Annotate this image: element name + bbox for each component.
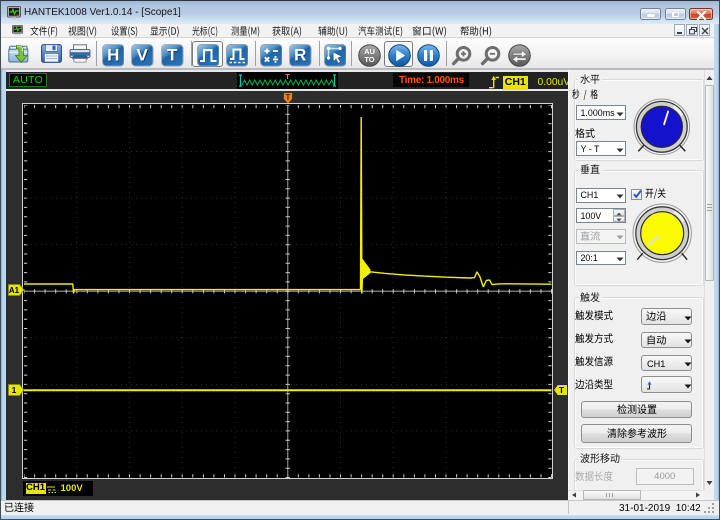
svg-text:T: T [286,93,291,102]
svg-text:T: T [558,385,564,395]
svg-text:R: R [294,46,306,65]
svg-text:V: V [137,46,149,65]
svg-text:T: T [285,72,290,81]
svg-text:H: H [107,46,119,65]
svg-text:TO: TO [364,55,374,64]
svg-text:T: T [167,46,178,65]
svg-text:1: 1 [11,385,16,395]
svg-text:A1: A1 [8,286,19,295]
